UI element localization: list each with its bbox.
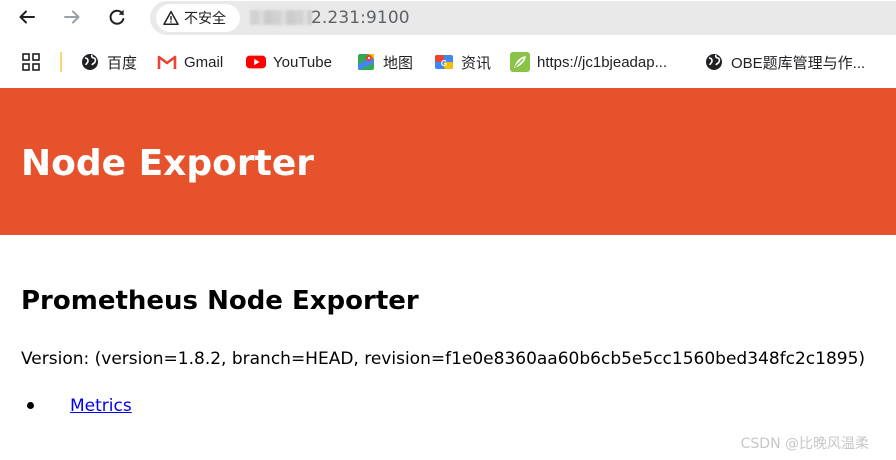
security-label: 不安全 bbox=[184, 10, 226, 26]
address-bar[interactable]: 不安全 2.231:9100 bbox=[150, 1, 896, 35]
metrics-link[interactable]: Metrics bbox=[70, 394, 132, 418]
page-title: Prometheus Node Exporter bbox=[21, 286, 419, 316]
bookmark-label: 地图 bbox=[383, 54, 414, 72]
bookmark-label: 百度 bbox=[107, 54, 138, 72]
leaf-icon bbox=[510, 52, 530, 72]
bookmarks-divider bbox=[60, 52, 62, 72]
bookmark-label: 资讯 bbox=[461, 54, 492, 72]
bookmark-maps[interactable]: 地图 bbox=[356, 51, 413, 73]
security-chip[interactable]: 不安全 bbox=[156, 4, 240, 32]
apps-grid-icon[interactable] bbox=[22, 53, 40, 71]
globe-icon bbox=[80, 52, 100, 72]
bookmark-label: https://jc1bjeadap... bbox=[537, 53, 668, 71]
bookmark-youtube[interactable]: YouTube bbox=[246, 51, 332, 73]
reload-button[interactable] bbox=[104, 4, 130, 30]
bookmarks-bar: 百度 Gmail YouTube 地图 G 资讯 https://jc1bjea… bbox=[0, 36, 896, 88]
news-icon: G bbox=[434, 52, 454, 72]
url-redacted-part bbox=[250, 10, 312, 25]
youtube-icon bbox=[246, 52, 266, 72]
url-text[interactable]: 2.231:9100 bbox=[311, 8, 410, 28]
version-text: Version: (version=1.8.2, branch=HEAD, re… bbox=[21, 349, 866, 369]
bookmark-label: OBE题库管理与作... bbox=[731, 54, 866, 72]
arrow-left-icon bbox=[19, 10, 35, 24]
banner-title: Node Exporter bbox=[21, 143, 315, 184]
csdn-watermark: CSDN @比晚风温柔 bbox=[740, 436, 869, 452]
back-button[interactable] bbox=[14, 4, 40, 30]
header-banner: Node Exporter bbox=[0, 88, 896, 235]
bookmark-obe[interactable]: OBE题库管理与作... bbox=[704, 51, 865, 73]
list-bullet bbox=[27, 402, 34, 409]
globe-icon bbox=[704, 52, 724, 72]
arrow-right-icon bbox=[64, 10, 80, 24]
bookmark-baidu[interactable]: 百度 bbox=[80, 51, 137, 73]
warning-icon bbox=[163, 10, 179, 25]
bookmark-jc1bjeadap[interactable]: https://jc1bjeadap... bbox=[510, 51, 667, 73]
bookmark-gmail[interactable]: Gmail bbox=[157, 51, 223, 73]
bookmark-label: Gmail bbox=[184, 53, 224, 71]
bookmark-news[interactable]: G 资讯 bbox=[434, 51, 491, 73]
browser-toolbar: 不安全 2.231:9100 bbox=[0, 0, 896, 35]
bookmark-label: YouTube bbox=[273, 53, 332, 71]
forward-button[interactable] bbox=[59, 4, 85, 30]
reload-icon bbox=[109, 9, 125, 25]
gmail-icon bbox=[157, 52, 177, 72]
maps-icon bbox=[356, 52, 376, 72]
svg-text:G: G bbox=[441, 59, 447, 68]
